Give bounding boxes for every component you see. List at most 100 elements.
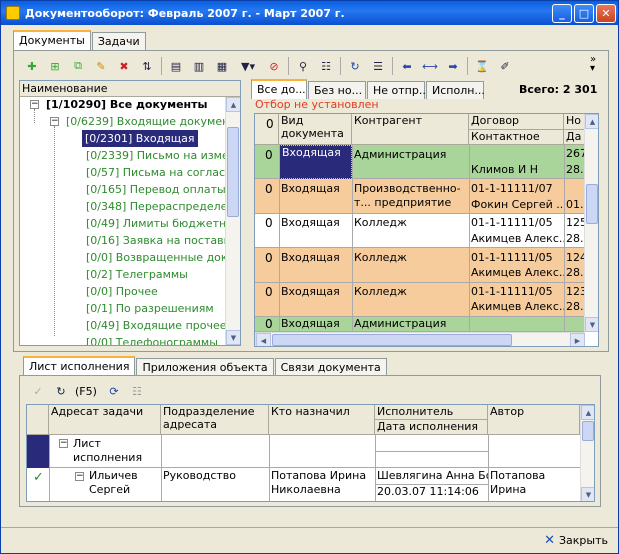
close-window-button[interactable]: ✕ xyxy=(596,3,616,23)
col-contract[interactable]: Договор xyxy=(469,114,564,130)
grid-hscrollbar[interactable]: ◀ ▶ xyxy=(255,332,585,346)
grid-vscrollbar[interactable]: ▲ ▼ xyxy=(584,114,598,332)
clip-icon: 0 xyxy=(265,182,273,196)
arrow-left-icon[interactable]: ⬅ xyxy=(398,57,416,75)
row-contract: 01-1-11111/05 xyxy=(471,285,553,298)
filter-icon[interactable]: ▤ xyxy=(167,57,185,75)
filter-value-icon[interactable]: ▥ xyxy=(190,57,208,75)
tab-doc-links[interactable]: Связи документа xyxy=(274,358,387,376)
clear-filter-icon[interactable]: ⊘ xyxy=(265,57,283,75)
tree-item[interactable]: [0/0] Телефонограммы xyxy=(86,334,218,345)
minimize-button[interactable]: _ xyxy=(552,3,572,23)
post-icon[interactable]: ⇅ xyxy=(138,57,156,75)
tab-not-sent[interactable]: Не отпр... xyxy=(367,81,429,99)
tab-attachments[interactable]: Приложения объекта xyxy=(136,358,274,376)
tree-settings-icon[interactable]: ☷ xyxy=(128,382,146,400)
row-type[interactable]: Входящая xyxy=(279,145,352,179)
bottom-tabs: Лист исполнения Приложения объекта Связи… xyxy=(23,356,388,376)
range-icon[interactable]: ⟷ xyxy=(421,57,439,75)
total-count: Всего: 2 301 xyxy=(519,83,598,96)
filter-dropdown-icon[interactable]: ▼▾ xyxy=(236,57,260,75)
window-title: Документооборот: Февраль 2007 г. - Март … xyxy=(25,6,345,20)
tree-item[interactable]: [0/1] По разрешениям xyxy=(86,300,214,317)
tree-scrollbar[interactable]: ▲ ▼ xyxy=(225,97,240,345)
tree-item[interactable]: [0/49] Лимиты бюджетных... xyxy=(86,215,240,232)
arrow-right-icon[interactable]: ➡ xyxy=(444,57,462,75)
col-executor[interactable]: Исполнитель xyxy=(375,405,488,420)
filter-status: Отбор не установлен xyxy=(255,98,379,111)
row-contact: Акимцев Алекс... xyxy=(471,300,564,313)
find-icon[interactable]: ⚲ xyxy=(294,57,312,75)
clip-icon: 0 xyxy=(265,317,273,331)
close-button[interactable]: ✕ Закрыть xyxy=(544,533,608,548)
row-department: Руководство xyxy=(163,469,237,482)
main-toolbar: ✚ ⊞ ⧉ ✎ ✖ ⇅ ▤ ▥ ▦ ▼▾ ⊘ ⚲ ☷ ↻ ☰ ⬅ ⟷ ➡ ⌛ ✐ xyxy=(23,57,519,75)
row-contract: 01-1-11111/05 xyxy=(471,216,553,229)
tree-mode-icon[interactable]: ☷ xyxy=(317,57,335,75)
collapse-icon[interactable]: − xyxy=(50,117,59,126)
reload-icon[interactable]: ⟳ xyxy=(105,382,123,400)
documents-grid: 0 Вид документа Контрагент Договор Конта… xyxy=(254,113,599,347)
tab-in-progress[interactable]: Исполн... xyxy=(426,81,485,99)
refresh-icon[interactable]: ↻ xyxy=(52,382,70,400)
execution-scrollbar[interactable]: ▲ ▼ xyxy=(580,405,594,501)
collapse-icon[interactable]: − xyxy=(30,100,39,109)
col-addressee[interactable]: Адресат задачи xyxy=(49,405,161,435)
col-contractor[interactable]: Контрагент xyxy=(352,114,469,145)
tab-all-docs[interactable]: Все до... xyxy=(251,79,307,99)
row-contractor: Администрация xyxy=(354,317,447,330)
tab-execution-sheet[interactable]: Лист исполнения xyxy=(23,356,136,376)
col-exec-date[interactable]: Дата исполнения xyxy=(375,420,488,435)
col-author[interactable]: Автор xyxy=(488,405,580,435)
tree-item[interactable]: [0/0] Возвращенные доку... xyxy=(86,249,240,266)
col-assigned-by[interactable]: Кто назначил xyxy=(269,405,375,435)
period-icon[interactable]: ⌛ xyxy=(473,57,491,75)
col-contact[interactable]: Контактное лицо xyxy=(469,130,564,145)
edit-icon[interactable]: ✎ xyxy=(92,57,110,75)
tree-item[interactable]: [0/2] Телеграммы xyxy=(86,266,188,283)
bottom-toolbar: ✓ ↻ (F5) ⟳ ☷ xyxy=(29,382,151,400)
tab-tasks[interactable]: Задачи xyxy=(91,32,146,50)
row-type: Входящая xyxy=(281,285,340,298)
tree-item[interactable]: [0/0] Прочее xyxy=(86,283,158,300)
app-icon xyxy=(6,6,20,20)
tab-without-num[interactable]: Без но... xyxy=(308,81,366,99)
row-type: Входящая xyxy=(281,251,340,264)
tree-item[interactable]: [0/2301] Входящая xyxy=(82,130,198,147)
list-settings-icon[interactable]: ☰ xyxy=(369,57,387,75)
tree-item[interactable]: [0/348] Перераспределен... xyxy=(86,198,240,215)
row-type: Входящая xyxy=(281,216,340,229)
delete-icon[interactable]: ✖ xyxy=(115,57,133,75)
add-icon[interactable]: ✚ xyxy=(23,57,41,75)
tree-root[interactable]: [1/10290] Все документы xyxy=(46,96,207,113)
main-window: Документооборот: Февраль 2007 г. - Март … xyxy=(0,0,619,554)
row-author: Потапова Ирина Николаевна xyxy=(490,469,560,499)
toolbar-overflow-icon[interactable]: » ▾ xyxy=(590,55,596,74)
check-icon[interactable]: ✓ xyxy=(29,382,47,400)
maximize-button[interactable]: □ xyxy=(574,3,594,23)
clip-header-icon: 0 xyxy=(255,114,279,145)
row-contact: Акимцев Алекс... xyxy=(471,232,564,245)
report-icon[interactable]: ✐ xyxy=(496,57,514,75)
collapse-icon[interactable]: − xyxy=(59,439,68,448)
col-department[interactable]: Подразделение адресата xyxy=(161,405,269,435)
f5-label: (F5) xyxy=(75,384,97,398)
tree-item[interactable]: [0/2339] Письмо на измен... xyxy=(86,147,240,164)
tree-item[interactable]: [0/16] Заявка на поставку... xyxy=(86,232,240,249)
filter-settings-icon[interactable]: ▦ xyxy=(213,57,231,75)
done-check-icon: ✓ xyxy=(33,471,44,485)
close-icon: ✕ xyxy=(544,533,555,548)
collapse-icon[interactable]: − xyxy=(75,472,84,481)
add-group-icon[interactable]: ⊞ xyxy=(46,57,64,75)
tab-documents[interactable]: Документы xyxy=(13,30,91,50)
close-label: Закрыть xyxy=(559,534,608,547)
row-contractor: Колледж xyxy=(354,216,407,229)
tree-incoming[interactable]: [0/6239] Входящие документы xyxy=(66,113,240,130)
refresh-icon[interactable]: ↻ xyxy=(346,57,364,75)
footer: ✕ Закрыть xyxy=(1,527,618,553)
copy-icon[interactable]: ⧉ xyxy=(69,57,87,75)
tree-item[interactable]: [0/165] Перевод оплаты xyxy=(86,181,226,198)
col-doc-type[interactable]: Вид документа xyxy=(279,114,352,145)
tree-item[interactable]: [0/57] Письма на согласо... xyxy=(86,164,240,181)
tree-item[interactable]: [0/49] Входящие прочее xyxy=(86,317,227,334)
